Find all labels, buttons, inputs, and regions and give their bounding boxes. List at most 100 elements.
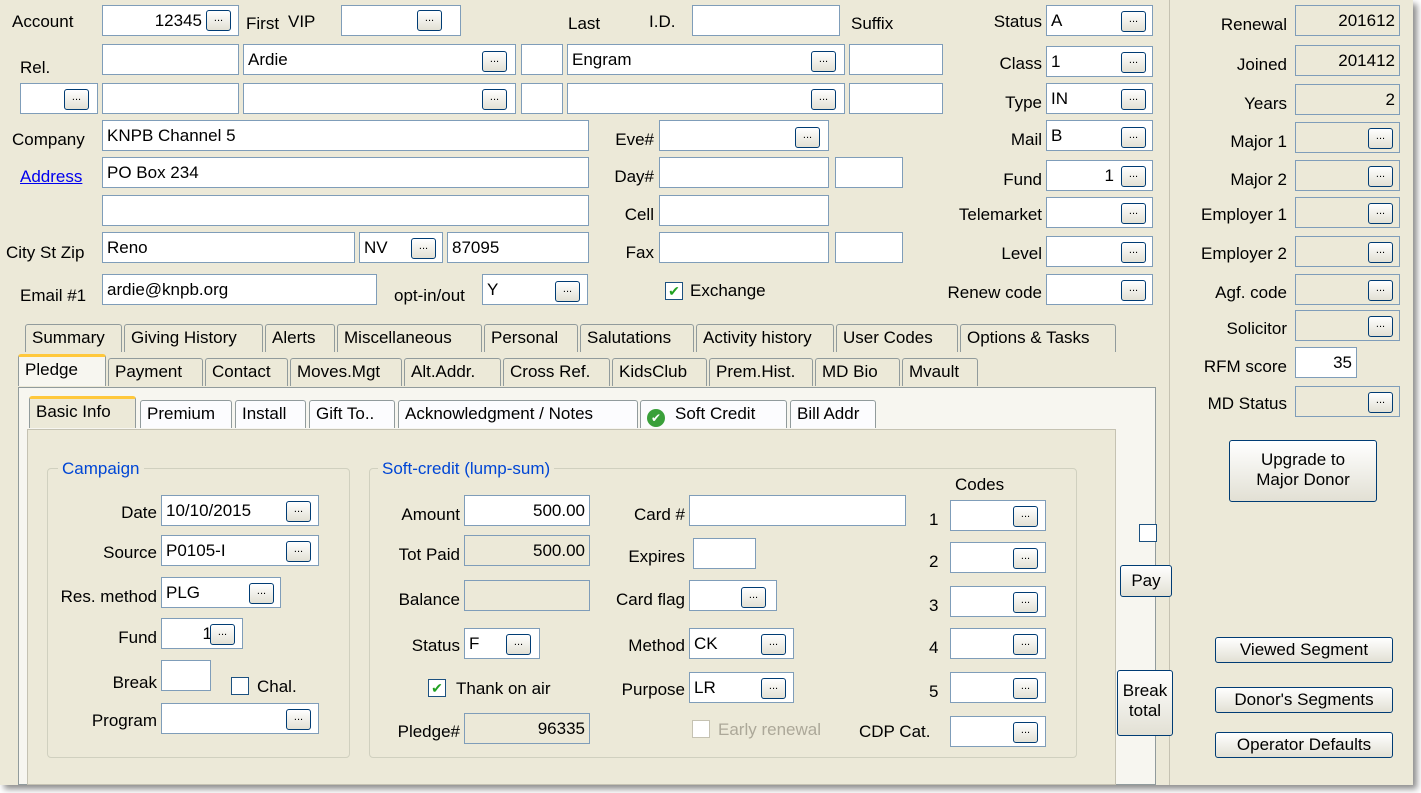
- rel-middle-field[interactable]: [521, 83, 563, 114]
- rel-field-2[interactable]: [102, 83, 239, 114]
- vip-field[interactable]: [341, 5, 461, 36]
- card-number-field[interactable]: [689, 495, 906, 526]
- campaign-fund-lookup-button[interactable]: ...: [210, 624, 235, 645]
- address-link[interactable]: Address: [20, 167, 82, 187]
- employer2-lookup-button[interactable]: ...: [1368, 242, 1393, 263]
- first-name-field[interactable]: Ardie: [243, 44, 516, 75]
- chal-checkbox[interactable]: [231, 677, 249, 695]
- vip-lookup-button[interactable]: ...: [417, 10, 442, 31]
- rel-last-lookup-button[interactable]: ...: [811, 89, 836, 110]
- rel-first-name-field[interactable]: [243, 83, 516, 114]
- fund-lookup-button[interactable]: ...: [1121, 166, 1146, 187]
- subtab-basic-info[interactable]: Basic Info: [29, 396, 136, 428]
- purpose-lookup-button[interactable]: ...: [761, 678, 786, 699]
- day-phone-field[interactable]: [659, 157, 829, 188]
- tab-activity-history[interactable]: Activity history: [696, 324, 834, 352]
- mail-lookup-button[interactable]: ...: [1121, 127, 1146, 148]
- class-lookup-button[interactable]: ...: [1121, 52, 1146, 73]
- tab-moves-mgt[interactable]: Moves.Mgt: [290, 358, 402, 386]
- date-picker-button[interactable]: ...: [286, 501, 311, 522]
- telemarket-lookup-button[interactable]: ...: [1121, 203, 1146, 224]
- subtab-soft-credit[interactable]: ✔ Soft Credit: [640, 400, 787, 428]
- rel-field-1[interactable]: [102, 44, 239, 75]
- code-lookup-button-2[interactable]: ...: [1013, 548, 1038, 569]
- subtab-gift-to[interactable]: Gift To..: [309, 400, 395, 428]
- upgrade-major-donor-button[interactable]: Upgrade to Major Donor: [1229, 440, 1377, 502]
- code-lookup-button-3[interactable]: ...: [1013, 592, 1038, 613]
- method-lookup-button[interactable]: ...: [761, 634, 786, 655]
- cell-field[interactable]: [659, 195, 829, 226]
- tab-pledge[interactable]: Pledge: [18, 354, 106, 386]
- subtab-acknowledgment-notes[interactable]: Acknowledgment / Notes: [398, 400, 638, 428]
- operator-defaults-button[interactable]: Operator Defaults: [1215, 732, 1393, 758]
- source-lookup-button[interactable]: ...: [286, 541, 311, 562]
- pay-button[interactable]: Pay: [1120, 565, 1172, 597]
- rel-code-lookup-button[interactable]: ...: [64, 89, 89, 110]
- eve-phone-lookup-button[interactable]: ...: [795, 127, 820, 148]
- address-line2-field[interactable]: [102, 195, 589, 226]
- tab-personal[interactable]: Personal: [484, 324, 578, 352]
- solicitor-lookup-button[interactable]: ...: [1368, 316, 1393, 337]
- program-lookup-button[interactable]: ...: [286, 709, 311, 730]
- tab-mvault[interactable]: Mvault: [902, 358, 978, 386]
- card-flag-lookup-button[interactable]: ...: [741, 587, 766, 608]
- account-lookup-button[interactable]: ...: [206, 10, 231, 31]
- tab-options-tasks[interactable]: Options & Tasks: [960, 324, 1116, 352]
- fax-field[interactable]: [659, 232, 829, 263]
- agf-code-lookup-button[interactable]: ...: [1368, 280, 1393, 301]
- code-lookup-button-5[interactable]: ...: [1013, 678, 1038, 699]
- tab-alerts[interactable]: Alerts: [265, 324, 335, 352]
- tab-alt-addr[interactable]: Alt.Addr.: [404, 358, 501, 386]
- tab-giving-history[interactable]: Giving History: [124, 324, 263, 352]
- rfm-score-field[interactable]: 35: [1295, 347, 1357, 378]
- subtab-premium[interactable]: Premium: [140, 400, 232, 428]
- thank-on-air-checkbox[interactable]: ✔: [428, 679, 446, 697]
- company-field[interactable]: KNPB Channel 5: [102, 120, 589, 151]
- last-name-lookup-button[interactable]: ...: [811, 51, 836, 72]
- tab-md-bio[interactable]: MD Bio: [815, 358, 900, 386]
- optin-lookup-button[interactable]: ...: [555, 281, 580, 302]
- break-field[interactable]: [161, 660, 211, 691]
- day-ext-field[interactable]: [835, 157, 903, 188]
- fax-ext-field[interactable]: [835, 232, 903, 263]
- rel-first-lookup-button[interactable]: ...: [482, 89, 507, 110]
- tab-prem-hist[interactable]: Prem.Hist.: [709, 358, 813, 386]
- break-total-button[interactable]: Break total: [1117, 670, 1173, 736]
- tab-miscellaneous[interactable]: Miscellaneous: [337, 324, 482, 352]
- zip-field[interactable]: 87095: [447, 232, 589, 263]
- employer1-lookup-button[interactable]: ...: [1368, 203, 1393, 224]
- email-field[interactable]: ardie@knpb.org: [102, 274, 377, 305]
- tab-user-codes[interactable]: User Codes: [836, 324, 958, 352]
- city-field[interactable]: Reno: [102, 232, 355, 263]
- state-lookup-button[interactable]: ...: [411, 238, 436, 259]
- address-line1-field[interactable]: PO Box 234: [102, 157, 589, 188]
- res-method-lookup-button[interactable]: ...: [249, 583, 274, 604]
- amount-field[interactable]: 500.00: [464, 495, 590, 526]
- md-status-lookup-button[interactable]: ...: [1368, 392, 1393, 413]
- sc-status-lookup-button[interactable]: ...: [506, 634, 531, 655]
- middle-initial-field[interactable]: [521, 44, 563, 75]
- tab-payment[interactable]: Payment: [108, 358, 203, 386]
- id-field[interactable]: [692, 5, 840, 36]
- donors-segments-button[interactable]: Donor's Segments: [1215, 687, 1393, 713]
- tab-contact[interactable]: Contact: [205, 358, 288, 386]
- subtab-bill-addr[interactable]: Bill Addr: [790, 400, 876, 428]
- level-lookup-button[interactable]: ...: [1121, 242, 1146, 263]
- tab-salutations[interactable]: Salutations: [580, 324, 694, 352]
- status-lookup-button[interactable]: ...: [1121, 11, 1146, 32]
- pay-checkbox[interactable]: [1139, 524, 1157, 542]
- early-renewal-checkbox[interactable]: [692, 720, 710, 738]
- tab-cross-ref[interactable]: Cross Ref.: [503, 358, 610, 386]
- viewed-segment-button[interactable]: Viewed Segment: [1215, 637, 1393, 663]
- renew-code-lookup-button[interactable]: ...: [1121, 280, 1146, 301]
- expires-field[interactable]: [693, 538, 756, 569]
- subtab-install[interactable]: Install: [235, 400, 306, 428]
- major2-lookup-button[interactable]: ...: [1368, 166, 1393, 187]
- rel-last-name-field[interactable]: [567, 83, 845, 114]
- tab-summary[interactable]: Summary: [25, 324, 122, 352]
- code-lookup-button-4[interactable]: ...: [1013, 634, 1038, 655]
- first-name-lookup-button[interactable]: ...: [482, 51, 507, 72]
- tab-kidsclub[interactable]: KidsClub: [612, 358, 707, 386]
- type-lookup-button[interactable]: ...: [1121, 89, 1146, 110]
- last-name-field[interactable]: Engram: [567, 44, 845, 75]
